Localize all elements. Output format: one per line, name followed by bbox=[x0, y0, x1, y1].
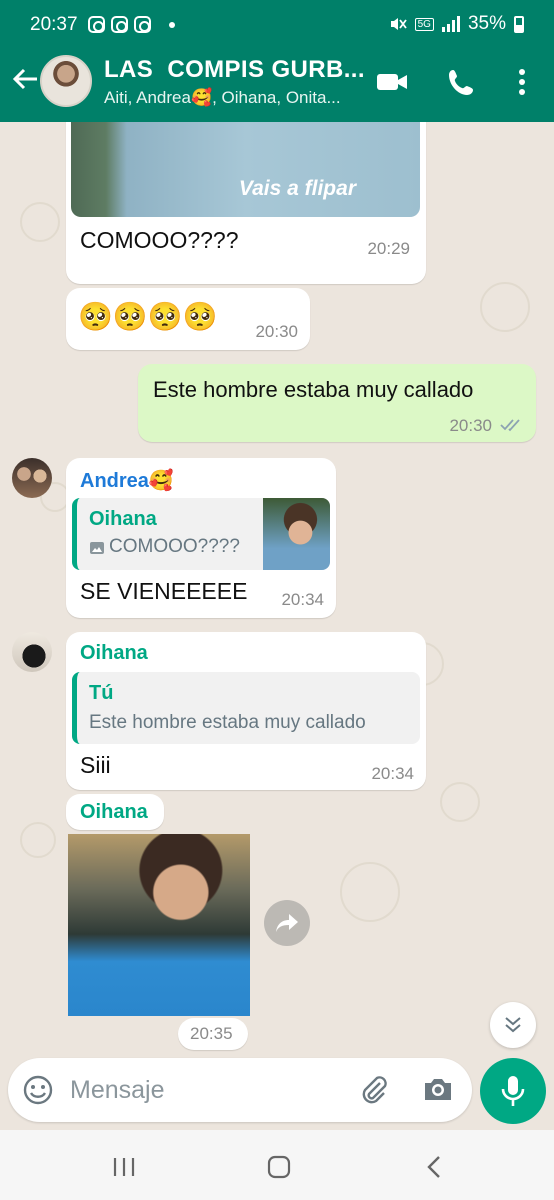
status-time: 20:37 bbox=[30, 14, 78, 35]
wallpaper-doodle bbox=[480, 282, 530, 332]
back-arrow-icon[interactable] bbox=[10, 64, 40, 94]
chat-header: LAS COMPIS GURB... Aiti, Andrea🥰, Oihana… bbox=[0, 50, 554, 122]
message-bubble[interactable]: Oihana Tú Este hombre estaba muy callado… bbox=[66, 632, 426, 790]
wallpaper-doodle bbox=[20, 822, 56, 858]
instagram-icon bbox=[88, 16, 105, 33]
message-time: 20:34 bbox=[281, 590, 324, 609]
forward-button[interactable] bbox=[264, 900, 310, 946]
status-bar: 20:37 5G 35% bbox=[0, 0, 554, 50]
mic-icon bbox=[501, 1076, 525, 1106]
message-time: 20:35 bbox=[190, 1024, 233, 1043]
message-bubble[interactable]: Vais a flipar COMOOO???? 20:29 bbox=[66, 122, 426, 284]
voice-message-button[interactable] bbox=[480, 1058, 546, 1124]
message-time: 20:30 bbox=[449, 416, 492, 435]
forward-icon bbox=[276, 914, 298, 932]
sender-avatar-oihana[interactable] bbox=[12, 632, 52, 672]
wallpaper-doodle bbox=[340, 862, 400, 922]
image-overlay-text: Vais a flipar bbox=[238, 177, 356, 200]
notification-icons bbox=[88, 16, 175, 33]
message-bubble[interactable]: Andrea🥰 Oihana COMOOO???? SE VIENEEEEE 2… bbox=[66, 458, 336, 618]
group-avatar[interactable] bbox=[40, 55, 92, 107]
read-checks-icon bbox=[500, 419, 520, 432]
sender-name: Andrea🥰 bbox=[80, 470, 174, 492]
sender-chip: Oihana bbox=[66, 794, 164, 830]
message-time-chip: 20:35 bbox=[178, 1018, 248, 1050]
quoted-text: COMOOO???? bbox=[109, 536, 240, 557]
network-type: 5G bbox=[414, 17, 434, 31]
image-icon bbox=[90, 542, 104, 554]
quoted-sender: Tú bbox=[89, 682, 114, 704]
battery-icon bbox=[514, 15, 524, 33]
system-status: 5G 35% bbox=[389, 13, 524, 35]
instagram-icon bbox=[134, 16, 151, 33]
mute-icon bbox=[390, 18, 407, 30]
quoted-text: Este hombre estaba muy callado bbox=[89, 712, 366, 733]
back-nav-icon[interactable] bbox=[424, 1154, 444, 1180]
wallpaper-doodle bbox=[20, 202, 60, 242]
message-text: Siii bbox=[80, 752, 111, 778]
message-input-bar[interactable]: Mensaje bbox=[8, 1058, 472, 1122]
message-image[interactable]: Vais a flipar bbox=[71, 122, 420, 217]
video-call-icon[interactable] bbox=[375, 66, 409, 98]
group-members[interactable]: Aiti, Andrea🥰, Oihana, Onita... bbox=[104, 88, 341, 108]
outgoing-message-bubble[interactable]: Este hombre estaba muy callado 20:30 bbox=[138, 364, 536, 442]
message-time: 20:34 bbox=[371, 764, 414, 783]
quoted-message[interactable]: Tú Este hombre estaba muy callado bbox=[72, 672, 420, 744]
camera-icon[interactable] bbox=[422, 1075, 454, 1103]
sender-name: Oihana bbox=[80, 801, 148, 823]
message-input[interactable]: Mensaje bbox=[70, 1076, 165, 1105]
sender-name: Oihana bbox=[80, 642, 148, 664]
wallpaper-doodle bbox=[440, 782, 480, 822]
more-options-icon[interactable] bbox=[505, 66, 539, 98]
app-header: 20:37 5G 35% LAS COMPIS GURB... Aiti, An… bbox=[0, 0, 554, 122]
signal-icon bbox=[441, 16, 460, 32]
message-bubble[interactable]: 🥺🥺🥺🥺 20:30 bbox=[66, 288, 310, 350]
emoji-icon[interactable] bbox=[22, 1074, 54, 1106]
quoted-sender: Oihana bbox=[89, 508, 157, 530]
more-notifications-dot bbox=[169, 21, 175, 28]
quoted-thumbnail bbox=[263, 498, 330, 570]
system-nav-bar bbox=[0, 1130, 554, 1200]
scroll-down-icon bbox=[505, 1017, 521, 1033]
scroll-down-button[interactable] bbox=[490, 1002, 536, 1048]
battery-percent: 35% bbox=[467, 13, 506, 34]
recent-apps-icon[interactable] bbox=[112, 1156, 136, 1178]
instagram-icon bbox=[111, 16, 128, 33]
message-emoji: 🥺🥺🥺🥺 bbox=[78, 301, 218, 332]
quoted-message[interactable]: Oihana COMOOO???? bbox=[72, 498, 330, 570]
home-icon[interactable] bbox=[266, 1154, 292, 1180]
message-text: Este hombre estaba muy callado bbox=[153, 377, 474, 402]
sender-avatar-andrea[interactable] bbox=[12, 458, 52, 498]
phone-icon[interactable] bbox=[445, 66, 479, 98]
group-name[interactable]: LAS COMPIS GURB... bbox=[104, 56, 365, 84]
message-text: COMOOO???? bbox=[80, 227, 239, 253]
message-time: 20:29 bbox=[367, 239, 410, 258]
attach-icon[interactable] bbox=[358, 1073, 390, 1105]
message-image[interactable] bbox=[68, 834, 250, 1016]
message-text: SE VIENEEEEE bbox=[80, 578, 248, 604]
message-time: 20:30 bbox=[255, 322, 298, 341]
